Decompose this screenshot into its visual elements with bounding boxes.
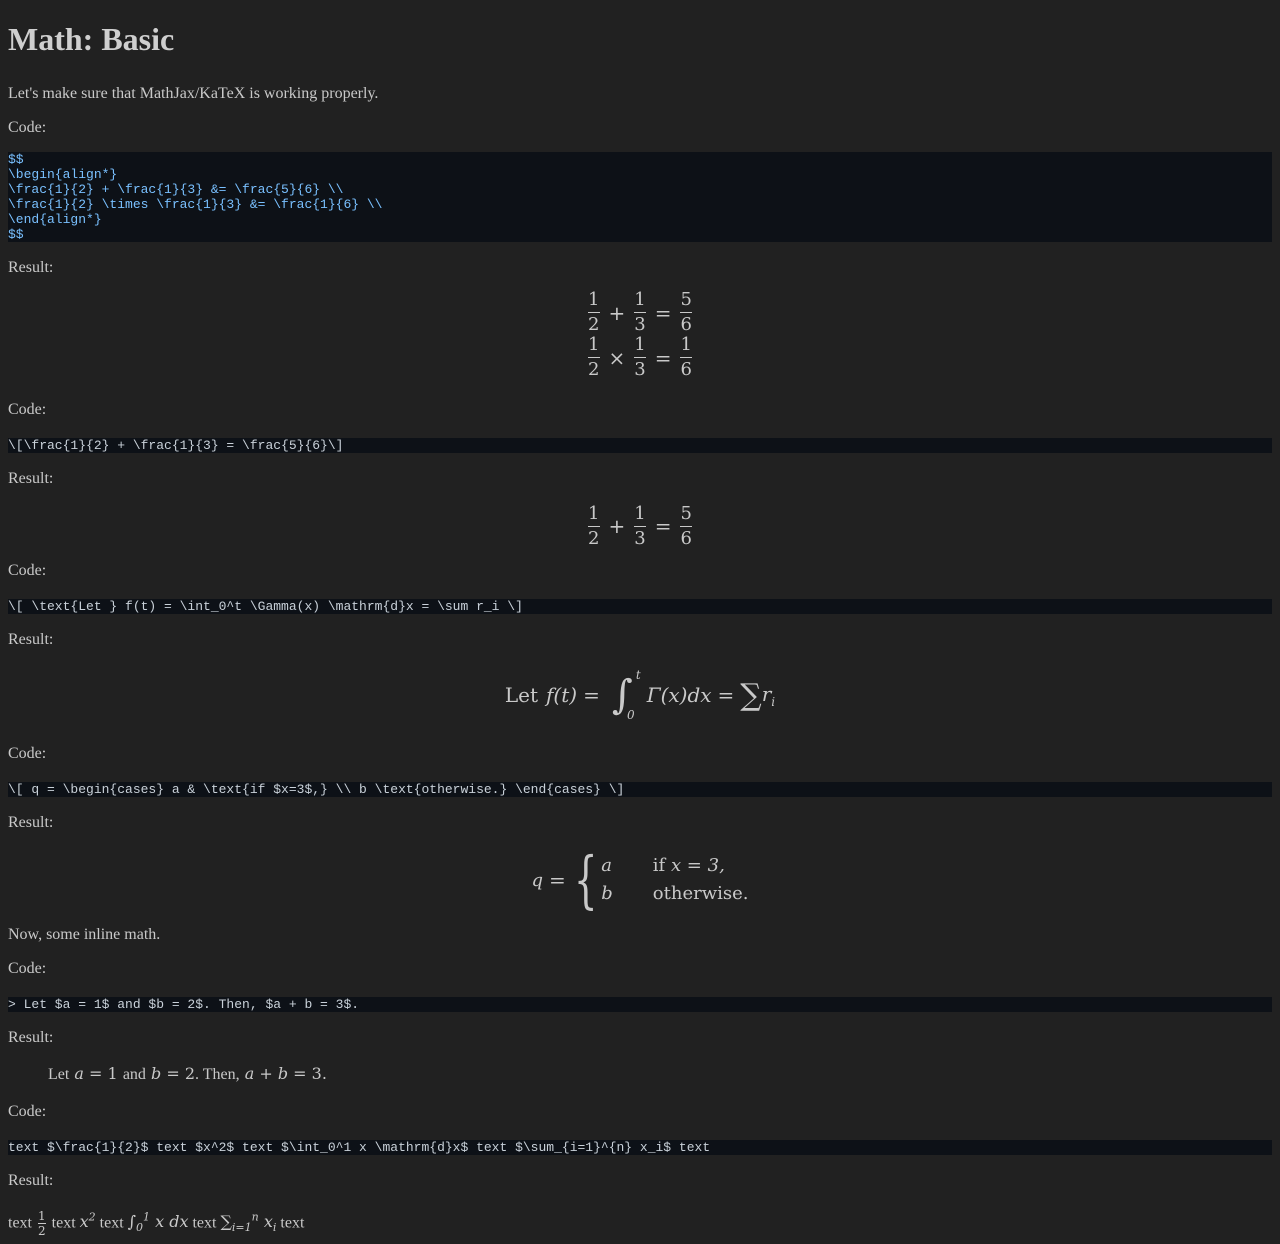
result-label: Result: <box>8 259 54 276</box>
code-label: Code: <box>8 119 47 136</box>
result-align: 12 + 13 = 56 12 × 13 = 16 <box>588 289 692 380</box>
code-block-cases[interactable]: \[ q = \begin{cases} a & \text{if $x=3$,… <box>8 782 1272 797</box>
result-inline: Let a = 1 and b = 2. Then, a + b = 3. <box>48 1064 327 1083</box>
page-title: Math: Basic <box>8 21 175 57</box>
result-label: Result: <box>8 1172 54 1189</box>
code-block-integral[interactable]: \[ \text{Let } f(t) = \int_0^t \Gamma(x)… <box>8 599 1272 614</box>
code-block-frac[interactable]: \[\frac{1}{2} + \frac{1}{3} = \frac{5}{6… <box>8 438 1272 453</box>
code-block-align[interactable]: $$ \begin{align*} \frac{1}{2} + \frac{1}… <box>8 152 1272 242</box>
result-label: Result: <box>8 631 54 648</box>
intro-text: Let's make sure that MathJax/KaTeX is wo… <box>8 85 379 102</box>
code-block-inline-mixed[interactable]: text $\frac{1}{2}$ text $x^2$ text $\int… <box>8 1140 1272 1155</box>
code-label: Code: <box>8 745 47 762</box>
result-integral: Let f(t) = ∫ t 0 Γ(x)dx = ∑ ri <box>504 668 776 722</box>
code-label: Code: <box>8 401 47 418</box>
inline-intro: Now, some inline math. <box>8 926 161 943</box>
code-block-inline[interactable]: > Let $a = 1$ and $b = 2$. Then, $a + b … <box>8 997 1272 1012</box>
result-frac: 12 + 13 = 56 <box>588 502 692 549</box>
code-label: Code: <box>8 1103 47 1120</box>
result-label: Result: <box>8 470 54 487</box>
result-inline-mixed: text 12 text x2 text ∫01 x dx text ∑i=1n… <box>8 1209 305 1239</box>
result-label: Result: <box>8 1029 54 1046</box>
code-label: Code: <box>8 562 47 579</box>
result-cases: q = { a b if x = 3, otherwise. <box>531 843 749 916</box>
code-label: Code: <box>8 960 47 977</box>
result-label: Result: <box>8 814 54 831</box>
